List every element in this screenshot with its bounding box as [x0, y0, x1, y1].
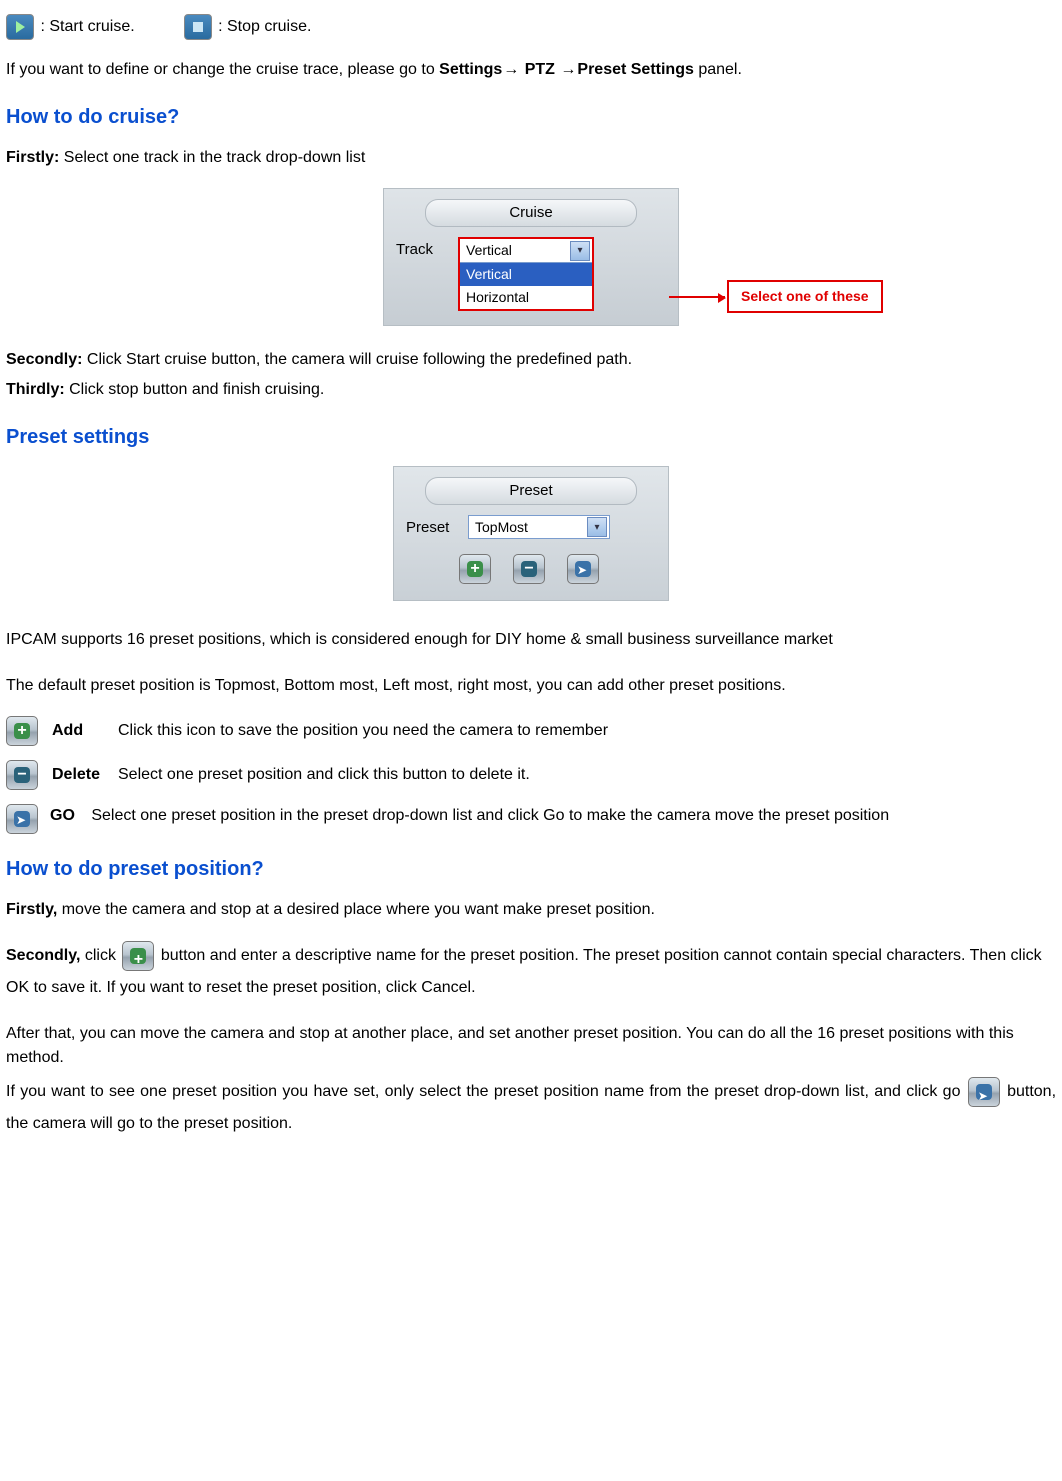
add-text: Click this icon to save the position you…: [118, 719, 608, 743]
minus-icon: [6, 760, 38, 790]
pp-secondly-mid: button and enter a descriptive name for …: [6, 947, 1042, 996]
callout-select-one: Select one of these: [669, 280, 883, 313]
track-dropdown-selected[interactable]: Vertical ▾: [460, 239, 592, 263]
pp-secondly-label: Secondly,: [6, 947, 80, 964]
firstly-text: Select one track in the track drop-down …: [59, 149, 365, 166]
add-preset-button[interactable]: [459, 554, 491, 584]
plus-icon: [6, 716, 38, 746]
track-option-horizontal[interactable]: Horizontal: [460, 286, 592, 309]
thirdly-text: Click stop button and finish cruising.: [65, 381, 325, 398]
add-label: Add: [52, 719, 108, 743]
go-icon: [6, 804, 38, 834]
preset-panel-figure: Preset Preset TopMost ▾: [393, 466, 669, 601]
pp-secondly-block: Secondly, click button and enter a descr…: [6, 940, 1056, 1004]
arrow-icon-2: →: [559, 58, 577, 82]
callout-arrow-icon: [669, 296, 725, 298]
secondly-line: Secondly: Click Start cruise button, the…: [6, 348, 1056, 372]
preset-panel-title[interactable]: Preset: [425, 477, 637, 505]
track-option-vertical[interactable]: Vertical: [460, 263, 592, 286]
preset-intro-2: The default preset position is Topmost, …: [6, 674, 1056, 698]
cruise-panel: Cruise Track Vertical ▾ Vertical Horizon…: [383, 188, 679, 326]
go-label: GO: [50, 807, 75, 824]
define-post: panel.: [694, 61, 742, 78]
firstly-label: Firstly:: [6, 149, 59, 166]
preset-dropdown[interactable]: TopMost ▾: [468, 515, 610, 539]
delete-label: Delete: [52, 763, 108, 787]
chevron-down-icon[interactable]: ▾: [587, 517, 607, 537]
pp-firstly-text: move the camera and stop at a desired pl…: [57, 901, 655, 918]
plus-icon-inline: [122, 941, 154, 971]
pp-firstly-label: Firstly,: [6, 901, 57, 918]
stop-icon: [184, 14, 212, 40]
go-icon-inline: [968, 1077, 1000, 1107]
firstly-line: Firstly: Select one track in the track d…: [6, 146, 1056, 170]
cruise-panel-title[interactable]: Cruise: [425, 199, 637, 227]
heading-preset-settings: Preset settings: [6, 422, 1056, 452]
preset-settings-text: Preset Settings: [577, 61, 693, 78]
pp-see-pre: If you want to see one preset position y…: [6, 1083, 966, 1100]
preset-label: Preset: [406, 515, 458, 540]
thirdly-label: Thirdly:: [6, 381, 65, 398]
heading-how-to-cruise: How to do cruise?: [6, 102, 1056, 132]
define-pre: If you want to define or change the crui…: [6, 61, 439, 78]
preset-intro-1: IPCAM supports 16 preset positions, whic…: [6, 623, 1056, 657]
go-preset-button[interactable]: [567, 554, 599, 584]
define-cruise-text: If you want to define or change the crui…: [6, 58, 1056, 82]
cruise-controls-line: : Start cruise. : Stop cruise.: [6, 14, 1056, 40]
secondly-label: Secondly:: [6, 351, 82, 368]
heading-how-to-preset: How to do preset position?: [6, 854, 1056, 884]
pp-secondly-pre: click: [80, 947, 120, 964]
play-icon: [6, 14, 34, 40]
track-dropdown[interactable]: Vertical ▾ Vertical Horizontal: [458, 237, 594, 311]
go-text: Select one preset position in the preset…: [91, 807, 889, 824]
pp-firstly-line: Firstly, move the camera and stop at a d…: [6, 898, 1056, 922]
pp-after-text: After that, you can move the camera and …: [6, 1022, 1056, 1070]
settings-text: Settings: [439, 61, 502, 78]
delete-row: Delete Select one preset position and cl…: [6, 760, 1056, 790]
pp-see-block: If you want to see one preset position y…: [6, 1076, 1056, 1140]
track-label: Track: [396, 237, 448, 262]
chevron-down-icon[interactable]: ▾: [570, 241, 590, 261]
callout-text: Select one of these: [727, 280, 883, 313]
preset-selected-value: TopMost: [475, 517, 528, 538]
start-cruise-label: : Start cruise.: [40, 18, 134, 35]
add-row: Add Click this icon to save the position…: [6, 716, 1056, 746]
stop-cruise-label: : Stop cruise.: [218, 18, 311, 35]
ptz-text: PTZ: [520, 61, 559, 78]
preset-panel: Preset Preset TopMost ▾: [393, 466, 669, 601]
delete-text: Select one preset position and click thi…: [118, 763, 530, 787]
delete-preset-button[interactable]: [513, 554, 545, 584]
track-selected-value: Vertical: [466, 240, 512, 261]
arrow-icon: →: [502, 58, 520, 82]
secondly-text: Click Start cruise button, the camera wi…: [82, 351, 632, 368]
cruise-panel-figure: Cruise Track Vertical ▾ Vertical Horizon…: [383, 188, 679, 326]
thirdly-line: Thirdly: Click stop button and finish cr…: [6, 378, 1056, 402]
go-row: GO Select one preset position in the pre…: [6, 804, 1056, 834]
